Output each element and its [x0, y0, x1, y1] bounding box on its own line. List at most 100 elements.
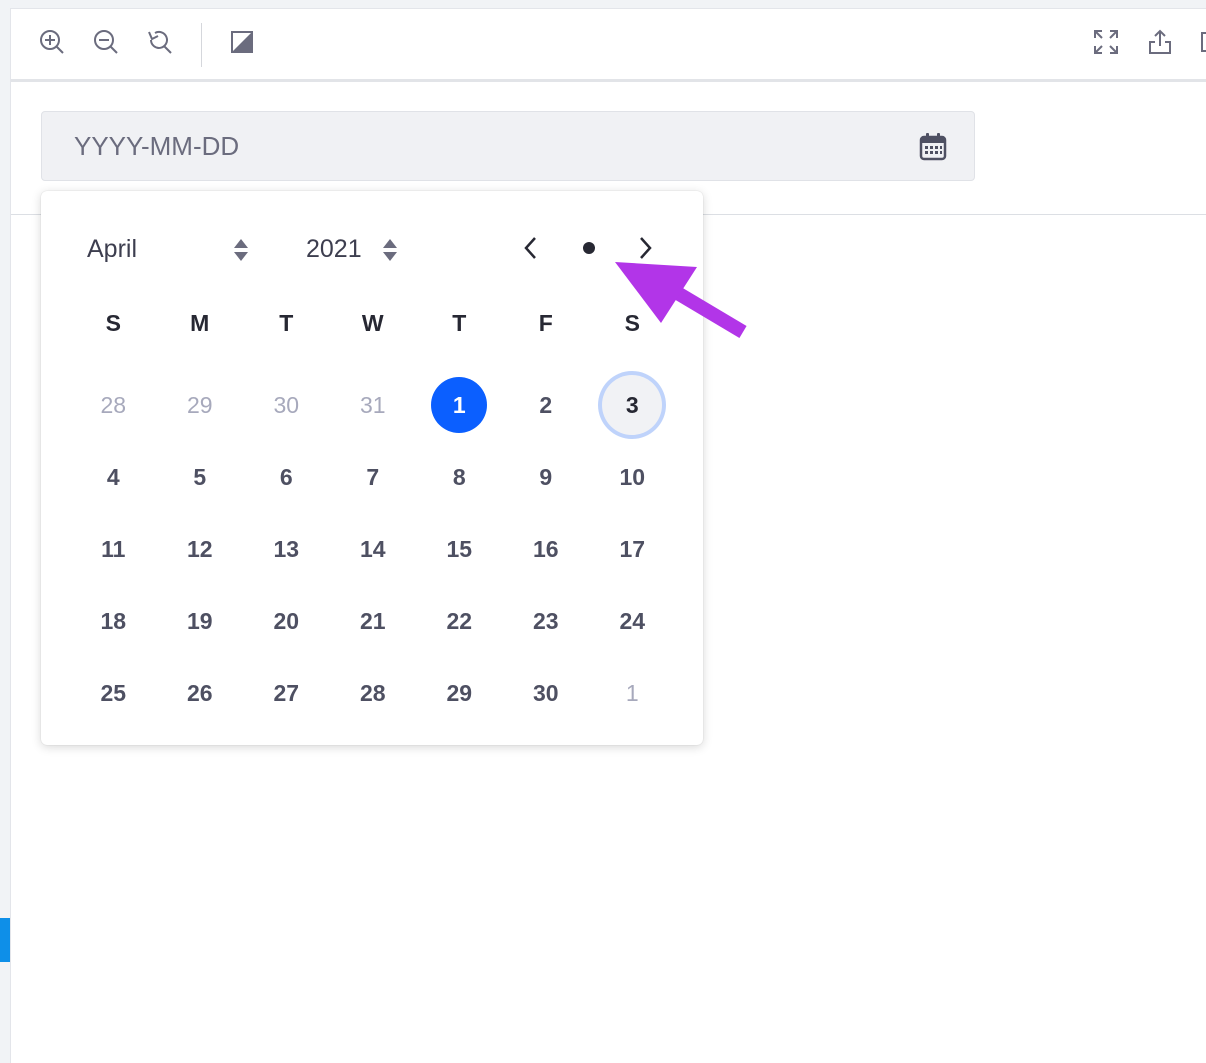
day-cell[interactable]: 26	[157, 657, 244, 729]
share-icon	[1149, 29, 1171, 54]
day-number: 19	[186, 607, 213, 634]
day-number: 8	[452, 463, 466, 490]
day-cell[interactable]: 27	[243, 657, 330, 729]
day-cell[interactable]: 18	[70, 585, 157, 657]
zoom-out-icon	[94, 30, 118, 54]
day-cell[interactable]: 22	[416, 585, 503, 657]
day-number: 29	[446, 679, 473, 706]
day-cell[interactable]: 21	[330, 585, 417, 657]
zoom-in-icon	[40, 30, 64, 54]
day-number: 26	[186, 679, 213, 706]
weekday-label: W	[361, 310, 384, 336]
weekday-label: T	[452, 310, 467, 336]
day-number: 27	[273, 679, 300, 706]
day-cell[interactable]: 24	[589, 585, 676, 657]
sort-arrows-icon	[234, 239, 248, 261]
weekday-label: T	[279, 310, 294, 336]
day-number: 17	[619, 535, 646, 562]
chevron-right-icon	[640, 237, 652, 259]
day-cell[interactable]: 29	[416, 657, 503, 729]
contrast-button[interactable]	[227, 27, 257, 57]
day-number: 24	[619, 607, 646, 634]
date-input[interactable]	[42, 112, 902, 180]
day-cell[interactable]: 10	[589, 441, 676, 513]
day-number: 7	[366, 463, 380, 490]
day-cell[interactable]: 16	[503, 513, 590, 585]
dot-icon	[583, 242, 595, 254]
day-number: 4	[106, 463, 120, 490]
current-month-button[interactable]	[572, 231, 606, 265]
day-number: 31	[359, 391, 386, 418]
week-row: 28 29 30 31 1 2 3	[70, 369, 676, 441]
week-row: 4 5 6 7 8 9 10	[70, 441, 676, 513]
left-accent-bar	[0, 918, 10, 962]
day-cell[interactable]: 8	[416, 441, 503, 513]
panel-icon	[1201, 32, 1206, 52]
fullscreen-icon	[1094, 30, 1118, 54]
day-cell[interactable]: 14	[330, 513, 417, 585]
day-number: 1	[625, 679, 639, 706]
share-button[interactable]	[1145, 27, 1175, 57]
day-cell[interactable]: 30	[503, 657, 590, 729]
day-cell[interactable]: 13	[243, 513, 330, 585]
day-cell[interactable]: 29	[157, 369, 244, 441]
day-number: 13	[273, 535, 300, 562]
day-cell[interactable]: 6	[243, 441, 330, 513]
day-cell[interactable]: 2	[503, 369, 590, 441]
year-select[interactable]: 2021	[306, 229, 406, 269]
day-number: 2	[539, 391, 553, 418]
weekday-label: S	[105, 310, 121, 336]
day-number: 22	[446, 607, 473, 634]
day-number: 10	[619, 463, 646, 490]
day-cell[interactable]: 20	[243, 585, 330, 657]
day-cell[interactable]: 17	[589, 513, 676, 585]
annotation-arrow-icon	[615, 262, 747, 339]
day-cell[interactable]: 5	[157, 441, 244, 513]
day-number: 11	[101, 535, 126, 562]
date-field[interactable]	[41, 111, 975, 181]
day-number: 30	[532, 679, 559, 706]
day-number: 29	[186, 391, 213, 418]
day-cell[interactable]: 30	[243, 369, 330, 441]
day-number: 5	[193, 463, 207, 490]
calendar-icon[interactable]	[918, 132, 948, 162]
day-cell[interactable]: 28	[70, 369, 157, 441]
day-cell[interactable]: 19	[157, 585, 244, 657]
zoom-in-button[interactable]	[37, 27, 67, 57]
zoom-out-button[interactable]	[91, 27, 121, 57]
toolbar	[11, 9, 1206, 82]
day-cell[interactable]: 4	[70, 441, 157, 513]
app-frame: April 2021	[10, 8, 1206, 1063]
day-cell[interactable]: 25	[70, 657, 157, 729]
day-cell-today[interactable]: 3	[589, 369, 676, 441]
reset-zoom-button[interactable]	[145, 27, 175, 57]
day-number: 28	[359, 679, 386, 706]
year-label: 2021	[306, 234, 362, 263]
sort-arrows-icon	[383, 239, 397, 261]
toolbar-divider	[201, 23, 202, 67]
more-toolbar-button[interactable]	[1197, 27, 1206, 57]
day-cell[interactable]: 7	[330, 441, 417, 513]
day-number: 1	[431, 377, 488, 433]
day-cell[interactable]: 9	[503, 441, 590, 513]
day-number: 15	[446, 535, 473, 562]
reset-zoom-icon	[148, 30, 172, 54]
day-number: 21	[359, 607, 386, 634]
day-cell[interactable]: 12	[157, 513, 244, 585]
previous-month-button[interactable]	[514, 231, 548, 265]
day-number: 12	[186, 535, 213, 562]
day-number: 3	[602, 375, 663, 435]
day-number: 23	[532, 607, 559, 634]
day-cell[interactable]: 11	[70, 513, 157, 585]
day-number: 18	[100, 607, 127, 634]
day-cell[interactable]: 23	[503, 585, 590, 657]
day-number: 6	[279, 463, 293, 490]
day-cell-selected[interactable]: 1	[416, 369, 503, 441]
fullscreen-button[interactable]	[1091, 27, 1121, 57]
month-select[interactable]: April	[87, 229, 257, 269]
day-cell[interactable]: 15	[416, 513, 503, 585]
day-cell[interactable]: 31	[330, 369, 417, 441]
day-number: 30	[273, 391, 300, 418]
day-cell[interactable]: 28	[330, 657, 417, 729]
day-cell[interactable]: 1	[589, 657, 676, 729]
